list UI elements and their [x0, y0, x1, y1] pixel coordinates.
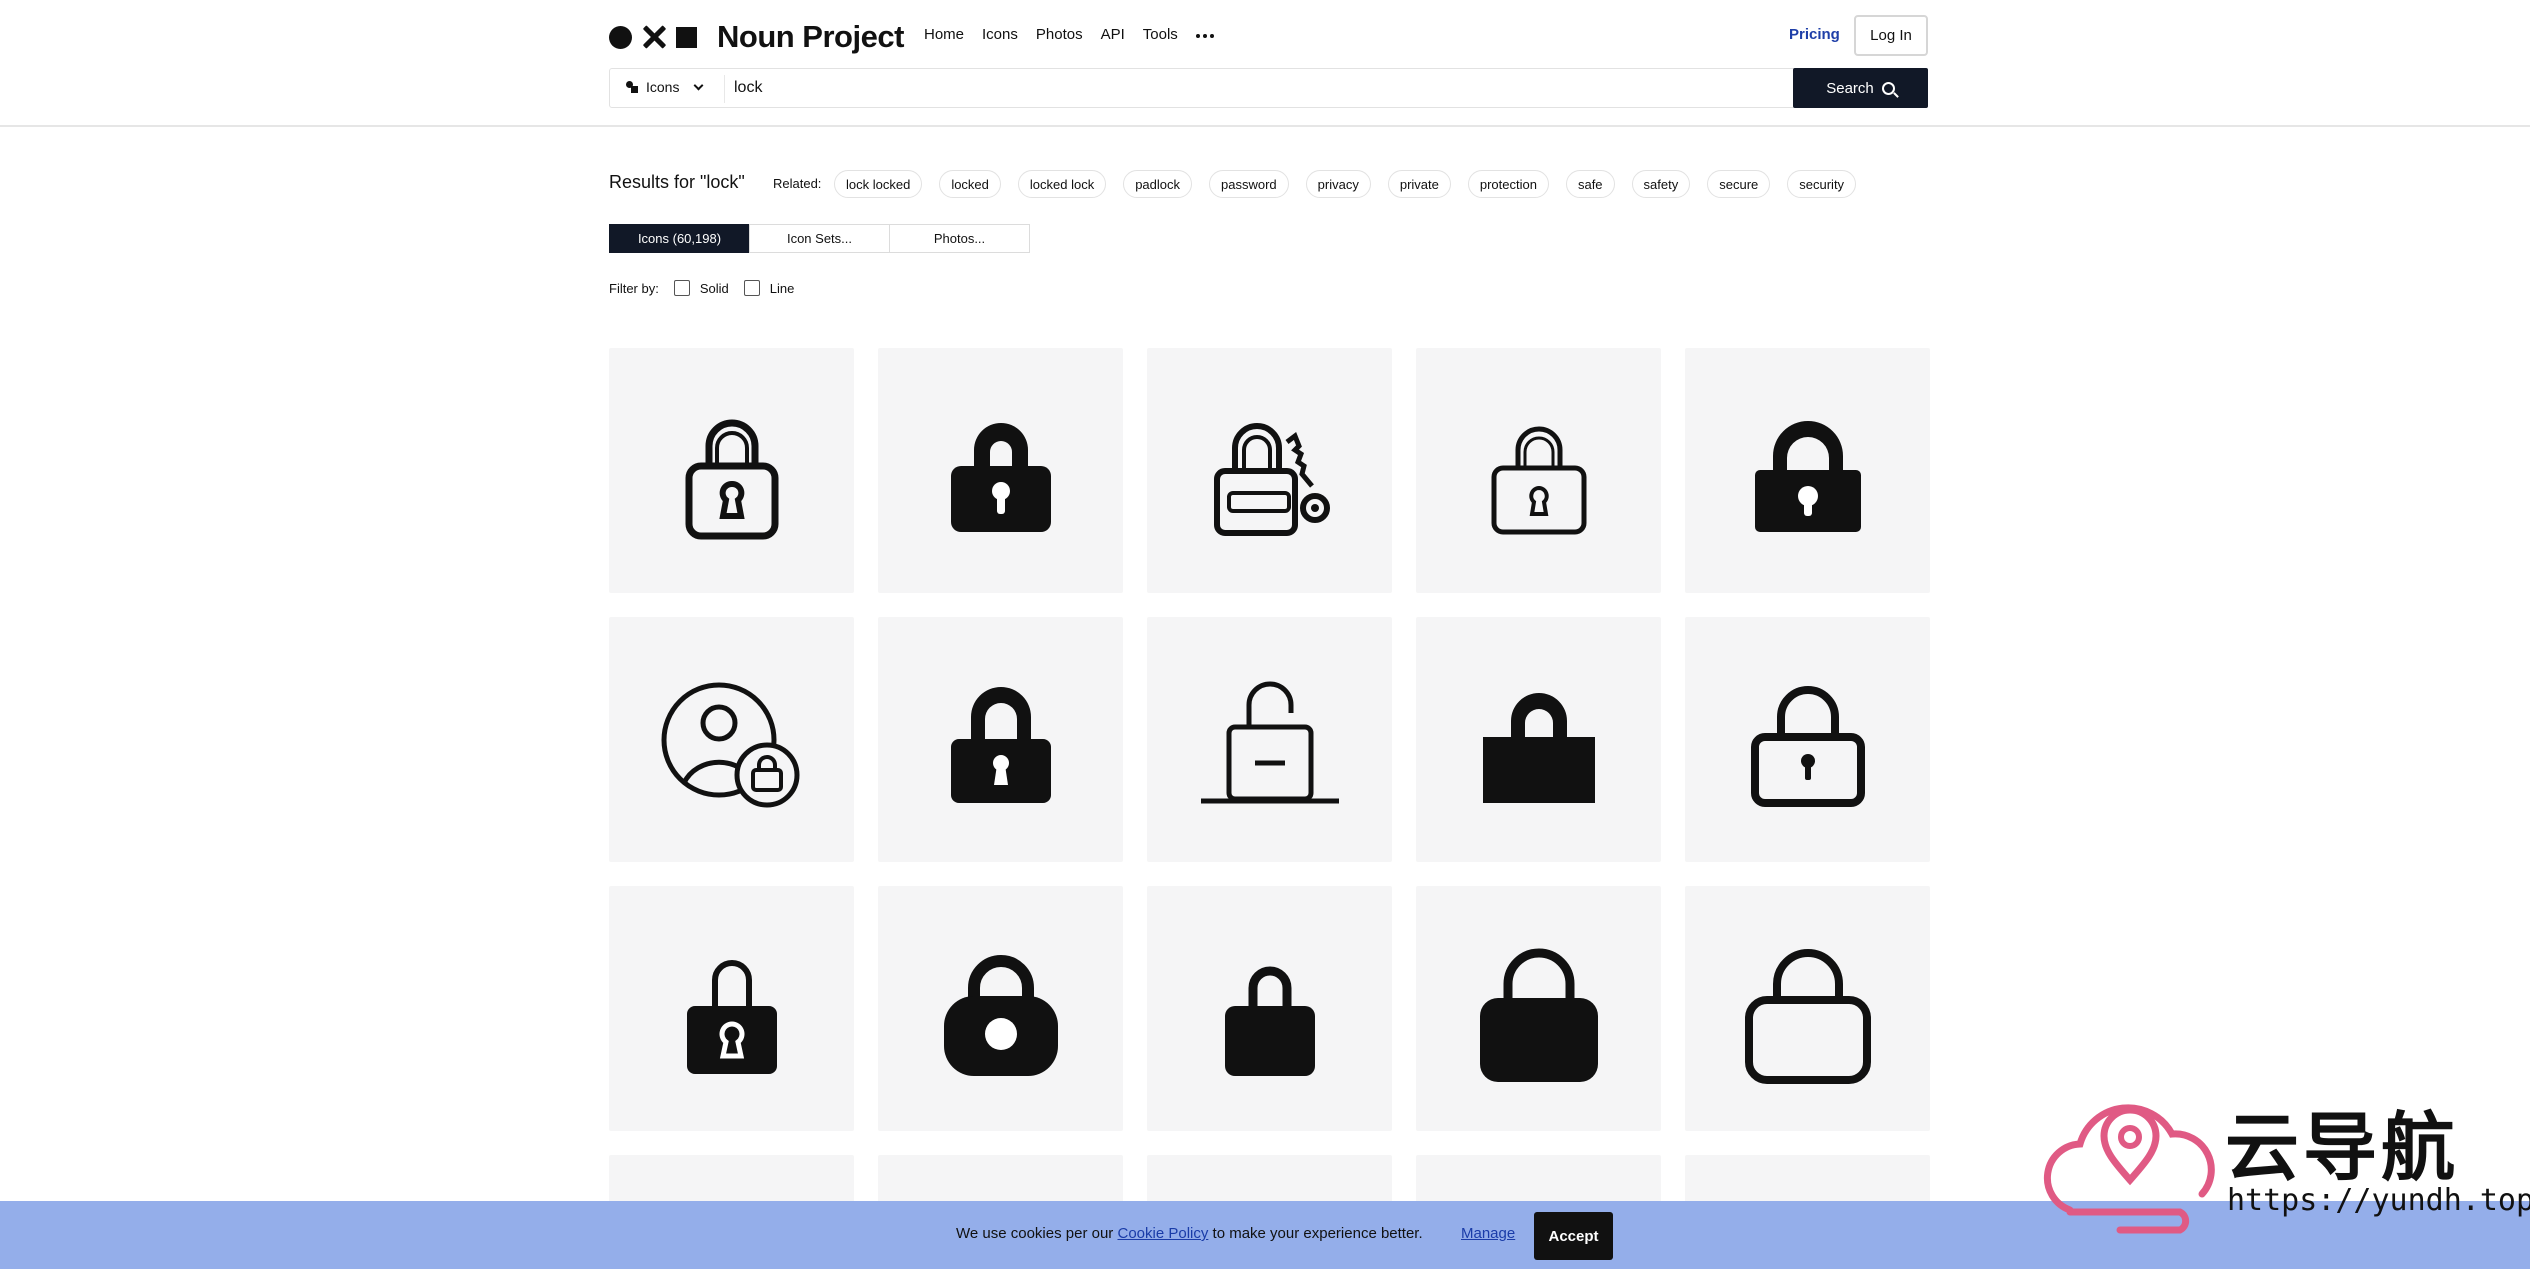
- nav-api[interactable]: API: [1101, 26, 1125, 46]
- search-input[interactable]: [734, 73, 1784, 103]
- search-button-label: Search: [1826, 79, 1874, 97]
- icon-tile[interactable]: [609, 617, 854, 862]
- icon-tile[interactable]: [1147, 617, 1392, 862]
- watermark-url: https://yundh.top: [2227, 1183, 2530, 1218]
- related-tag[interactable]: password: [1209, 170, 1289, 198]
- search-type-dropdown[interactable]: Icons: [626, 79, 704, 95]
- related-tag[interactable]: secure: [1707, 170, 1771, 198]
- tab-photos[interactable]: Photos...: [889, 224, 1030, 253]
- watermark-cn-text: 云导航: [2225, 1105, 2459, 1191]
- related-label: Related:: [773, 176, 822, 191]
- related-tag[interactable]: privacy: [1305, 170, 1371, 198]
- padlock-key-icon: [1213, 422, 1330, 536]
- cookie-policy-link[interactable]: Cookie Policy: [1117, 1225, 1208, 1242]
- pricing-link[interactable]: Pricing: [1789, 26, 1840, 43]
- search-bar: Icons: [609, 68, 1928, 108]
- related-tag[interactable]: lock locked: [834, 170, 923, 198]
- icon-tile[interactable]: [878, 886, 1123, 1131]
- line-label: Line: [769, 280, 795, 296]
- solid-label: Solid: [699, 280, 729, 296]
- results-title: Results for "lock": [609, 172, 745, 192]
- padlock-solid-keyhole-icon: [950, 686, 1051, 803]
- related-tags: lock locked locked locked lock padlock p…: [834, 170, 1857, 198]
- related-tag[interactable]: protection: [1467, 170, 1549, 198]
- unlocked-padlock-icon: [1200, 681, 1339, 803]
- padlock-solid-icon: [950, 422, 1051, 532]
- filter-bar: Filter by: Solid Line: [609, 280, 794, 296]
- icon-tile[interactable]: [609, 1155, 854, 1205]
- tab-icons[interactable]: Icons (60,198): [609, 224, 750, 253]
- icon-tile[interactable]: [878, 348, 1123, 593]
- padlock-large-outline-icon: [1744, 948, 1871, 1084]
- icon-tile[interactable]: [878, 617, 1123, 862]
- logo-x-icon: [642, 25, 666, 49]
- icon-tile[interactable]: [1685, 348, 1930, 593]
- icon-tile[interactable]: [609, 348, 854, 593]
- padlock-large-solid-icon: [1479, 948, 1598, 1082]
- related-tag[interactable]: padlock: [1123, 170, 1193, 198]
- user-lock-icon: [661, 682, 799, 807]
- nav-icons[interactable]: Icons: [982, 26, 1018, 46]
- related-tag[interactable]: security: [1787, 170, 1857, 198]
- related-tag[interactable]: safety: [1631, 170, 1691, 198]
- icon-tile[interactable]: [1685, 617, 1930, 862]
- manage-cookies-link[interactable]: Manage: [1461, 1225, 1515, 1242]
- line-checkbox[interactable]: [743, 280, 760, 296]
- filter-label: Filter by:: [609, 280, 659, 296]
- icon-grid: [609, 348, 1930, 1205]
- more-dots-icon[interactable]: [1195, 26, 1214, 46]
- icon-tile[interactable]: [1147, 886, 1392, 1131]
- icon-tile[interactable]: [1416, 1155, 1661, 1205]
- logo-marks: [609, 25, 697, 49]
- related-tag[interactable]: safe: [1565, 170, 1615, 198]
- solid-checkbox[interactable]: [673, 280, 690, 296]
- cookie-text-before: We use cookies per our: [956, 1225, 1118, 1242]
- search-button[interactable]: Search: [1793, 68, 1928, 108]
- login-button[interactable]: Log In: [1854, 15, 1928, 56]
- padlock-solid-wide-icon: [1754, 420, 1861, 532]
- cookie-text-after: to make your experience better.: [1208, 1225, 1423, 1242]
- icon-tile[interactable]: [878, 1155, 1123, 1205]
- result-tabs: Icons (60,198) Icon Sets... Photos...: [609, 224, 1030, 253]
- icon-tile[interactable]: [1685, 1155, 1930, 1205]
- chevron-down-icon: [694, 80, 704, 90]
- nav-tools[interactable]: Tools: [1143, 26, 1178, 46]
- search-type-label: Icons: [646, 79, 680, 95]
- nav-home[interactable]: Home: [924, 26, 964, 46]
- tab-icon-sets[interactable]: Icon Sets...: [749, 224, 890, 253]
- icon-tile[interactable]: [1416, 617, 1661, 862]
- cookie-message: We use cookies per our Cookie Policy to …: [956, 1225, 1423, 1242]
- related-tag[interactable]: private: [1387, 170, 1451, 198]
- icon-tile[interactable]: [1147, 348, 1392, 593]
- main-nav: Home Icons Photos API Tools: [924, 26, 1214, 46]
- related-tag[interactable]: locked: [939, 170, 1001, 198]
- accept-cookies-button[interactable]: Accept: [1534, 1212, 1613, 1260]
- icon-tile[interactable]: [1147, 1155, 1392, 1205]
- site-header: Noun Project Home Icons Photos API Tools…: [0, 0, 2530, 127]
- icon-tile[interactable]: [1416, 886, 1661, 1131]
- icon-tile[interactable]: [1416, 348, 1661, 593]
- padlock-simple-solid-icon: [1224, 966, 1315, 1076]
- logo-circle-icon: [609, 25, 632, 49]
- related-tag[interactable]: locked lock: [1017, 170, 1107, 198]
- icon-tile[interactable]: [609, 886, 854, 1131]
- padlock-rounded-keyhole-icon: [686, 959, 777, 1074]
- padlock-outline-icon: [685, 419, 778, 539]
- logo-square-icon: [676, 26, 697, 48]
- icons-type-icon: [626, 81, 638, 93]
- search-icon: [1881, 81, 1895, 95]
- padlock-silhouette-icon: [1482, 692, 1595, 803]
- search-divider: [724, 75, 725, 103]
- padlock-round-body-icon: [943, 954, 1058, 1076]
- padlock-outline-keyhole-icon: [1750, 685, 1865, 807]
- logo-text: Noun Project: [717, 19, 904, 54]
- padlock-outline-small-icon: [1491, 426, 1586, 534]
- nav-photos[interactable]: Photos: [1036, 26, 1083, 46]
- logo[interactable]: Noun Project: [609, 19, 904, 54]
- icon-tile[interactable]: [1685, 886, 1930, 1131]
